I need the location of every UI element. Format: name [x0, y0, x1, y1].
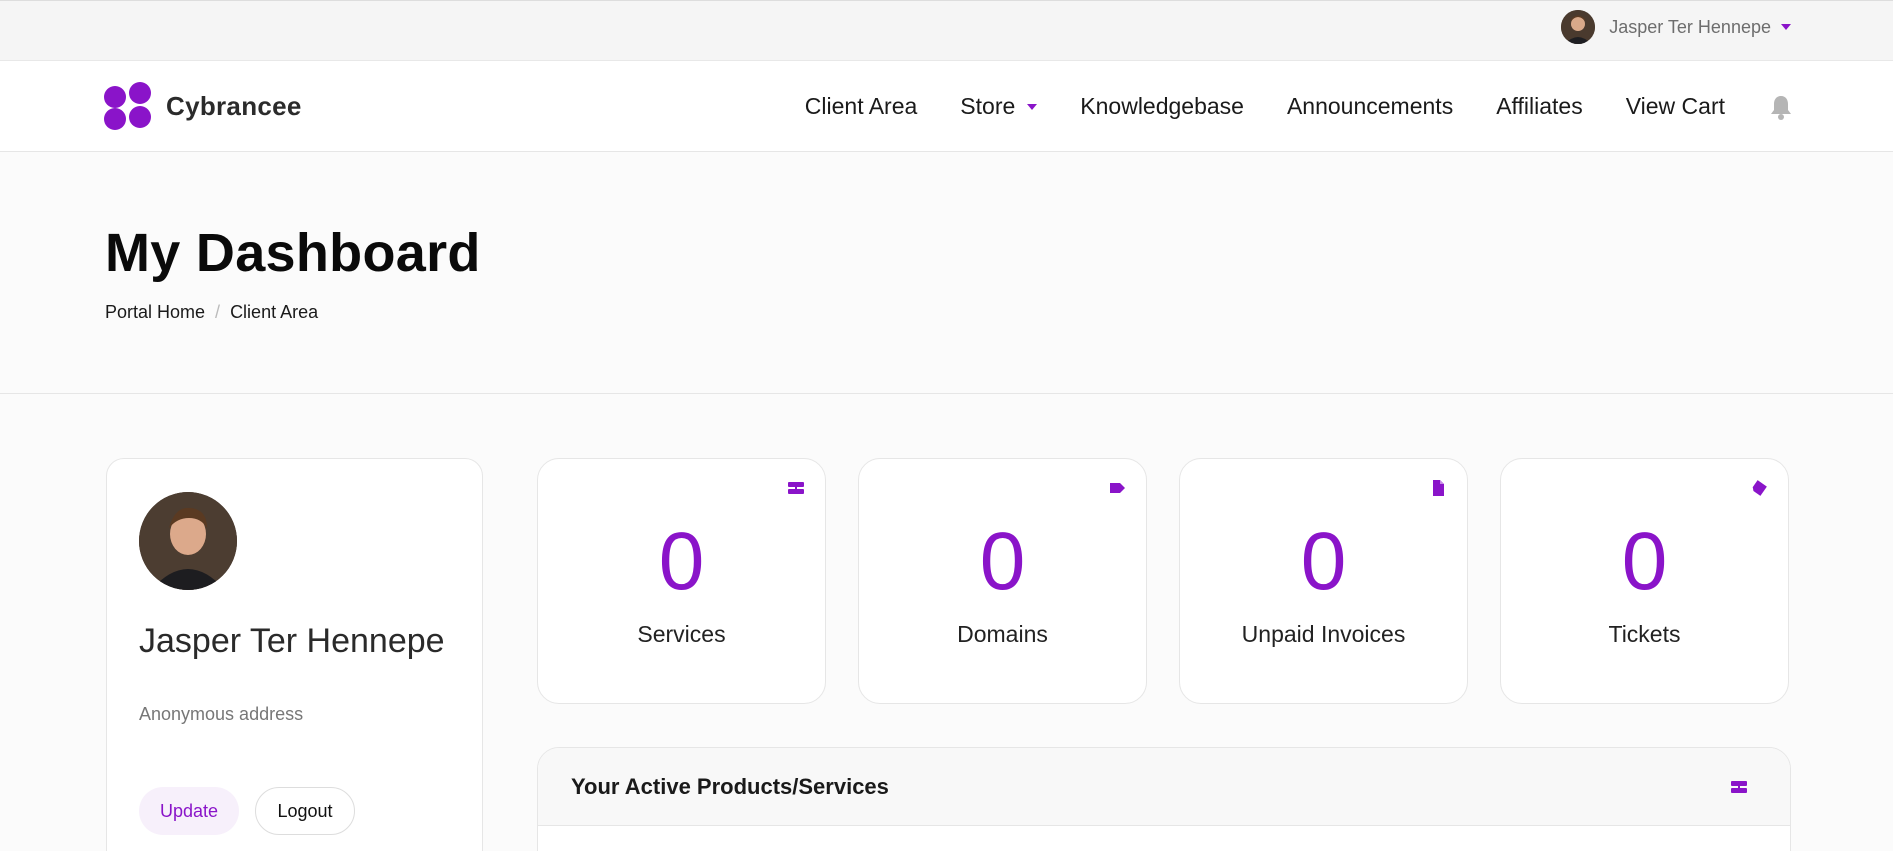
stat-value: 0 [979, 516, 1026, 607]
stat-tile-services[interactable]: 0 Services [537, 458, 826, 704]
user-name: Jasper Ter Hennepe [1609, 16, 1771, 37]
nav-item-store[interactable]: Store [960, 93, 1038, 120]
stat-label: Domains [957, 621, 1048, 647]
stat-value: 0 [1621, 516, 1668, 607]
page-header: My Dashboard Portal Home / Client Area [0, 152, 1893, 394]
nav-item-label: Store [960, 93, 1016, 119]
nav-item-knowledgebase[interactable]: Knowledgebase [1080, 93, 1244, 120]
chevron-down-icon [1781, 24, 1791, 30]
nav-item-client-area[interactable]: Client Area [805, 93, 918, 120]
main-navbar: Cybrancee Client Area Store Knowledgebas… [0, 61, 1893, 152]
stat-value: 0 [658, 516, 705, 607]
stat-tile-tickets[interactable]: 0 Tickets [1500, 458, 1789, 704]
brand-name: Cybrancee [166, 90, 302, 121]
file-icon [1429, 479, 1447, 497]
nav-item-label: Knowledgebase [1080, 93, 1244, 119]
server-icon [1730, 778, 1748, 796]
tag-icon [1108, 479, 1126, 497]
stat-value: 0 [1300, 516, 1347, 607]
page-title: My Dashboard [105, 223, 481, 283]
profile-card: Jasper Ter Hennepe Anonymous address Upd… [106, 458, 483, 851]
nav-item-label: Affiliates [1496, 93, 1583, 119]
nav-item-view-cart[interactable]: View Cart [1626, 93, 1725, 120]
stat-label: Services [637, 621, 726, 647]
top-user-bar: Jasper Ter Hennepe [0, 0, 1893, 61]
profile-address: Anonymous address [139, 704, 304, 724]
profile-avatar [139, 492, 237, 590]
nav-item-label: View Cart [1625, 93, 1725, 119]
user-avatar [1561, 10, 1596, 44]
bell-icon[interactable] [1769, 94, 1793, 120]
panel-title: Your Active Products/Services [571, 774, 889, 799]
chevron-down-icon [1027, 103, 1038, 110]
breadcrumb-portal-home[interactable]: Portal Home [105, 302, 205, 323]
update-button[interactable]: Update [139, 787, 239, 835]
server-icon [787, 479, 805, 497]
nav-item-announcements[interactable]: Announcements [1287, 93, 1453, 120]
stat-label: Unpaid Invoices [1241, 621, 1406, 647]
logout-button[interactable]: Logout [255, 787, 355, 835]
stat-tile-domains[interactable]: 0 Domains [858, 458, 1147, 704]
brand-logo[interactable]: Cybrancee [104, 82, 302, 130]
user-menu[interactable]: Jasper Ter Hennepe [1561, 9, 1791, 45]
breadcrumb-separator: / [215, 302, 221, 322]
logo-mark-icon [104, 82, 154, 130]
nav-item-affiliates[interactable]: Affiliates [1496, 93, 1583, 120]
nav-item-label: Client Area [804, 93, 918, 119]
breadcrumb: Portal Home / Client Area [105, 302, 318, 323]
panel-header: Your Active Products/Services [538, 748, 1790, 826]
breadcrumb-client-area: Client Area [230, 302, 319, 322]
active-products-panel: Your Active Products/Services [537, 747, 1791, 851]
stat-label: Tickets [1608, 621, 1681, 647]
ticket-icon [1750, 479, 1768, 497]
profile-name: Jasper Ter Hennepe [139, 622, 445, 660]
stat-tile-unpaid-invoices[interactable]: 0 Unpaid Invoices [1179, 458, 1468, 704]
nav-item-label: Announcements [1286, 93, 1454, 119]
nav-links: Client Area Store Knowledgebase Announce… [805, 61, 1793, 152]
